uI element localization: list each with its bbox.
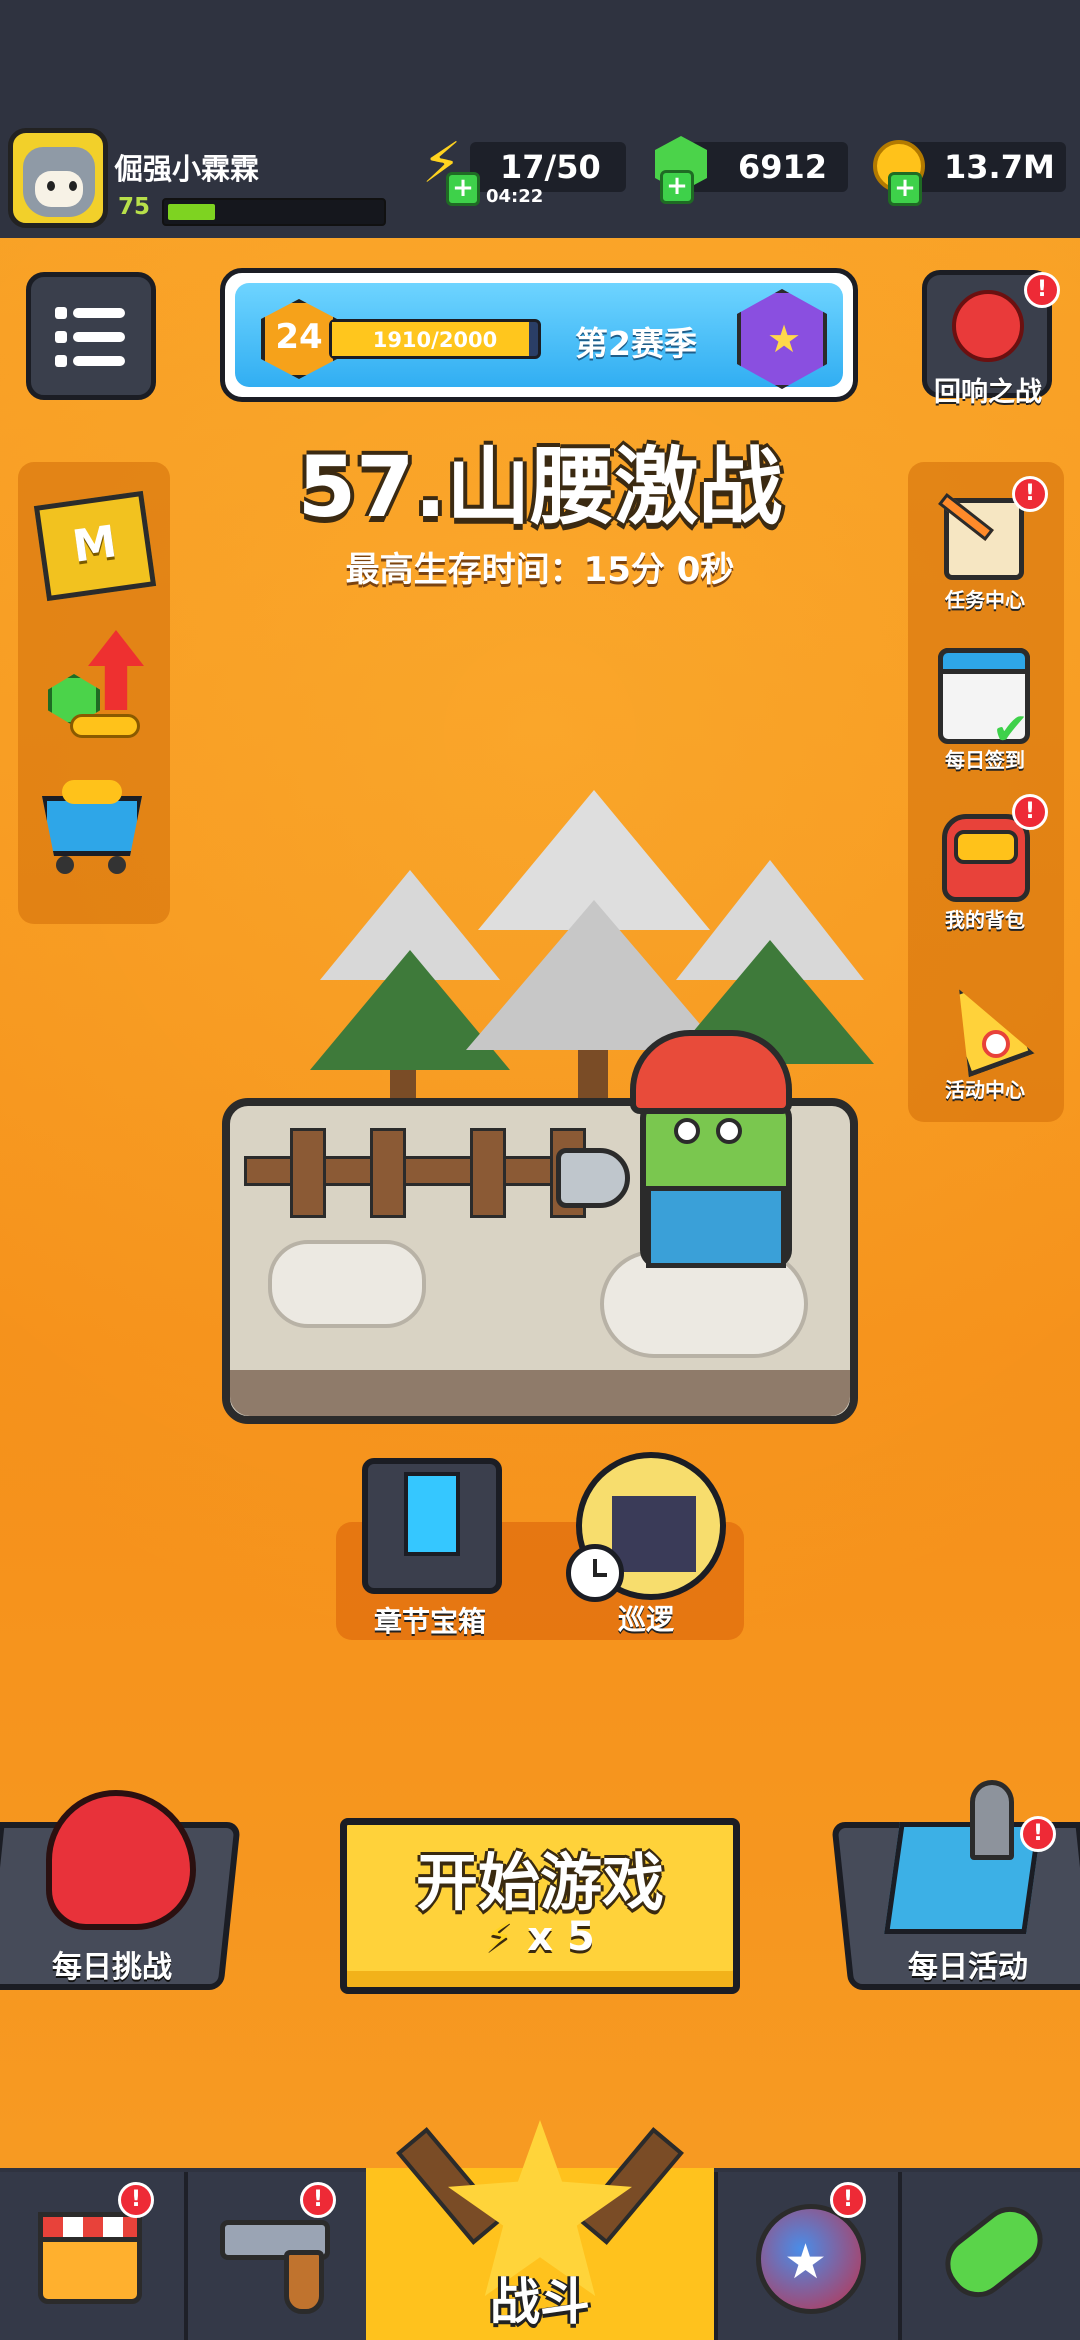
add-coins-button[interactable]: + [888,172,922,206]
city-silhouette-icon [612,1496,696,1572]
season-progress-bar: 1910/2000 [329,319,541,359]
demon-face-icon [952,290,1024,362]
season-label: 第2赛季 [575,324,697,363]
nav-tab-talents[interactable]: ★ [714,2172,898,2340]
status-bar [0,0,1080,118]
m-card-icon[interactable]: M [33,490,157,602]
nav-tab-store[interactable] [0,2172,184,2340]
patrol-label: 巡逻 [618,1603,675,1636]
map-pin-icon [970,1780,1014,1860]
player-name: 倔强小霖霖 [114,152,260,186]
add-energy-button[interactable]: + [446,172,480,206]
shop-cart-icon[interactable] [36,774,152,878]
start-game-cost: ⚡ x 5 [340,1914,740,1960]
coin-value: 13.7M [944,148,1055,186]
task-center-label: 任务中心 [945,588,1025,612]
energy-bolt-icon: ⚡ [485,1914,514,1960]
nav-store-badge: ! [118,2182,154,2218]
chest-icon [404,1472,460,1556]
red-cap [630,1030,792,1114]
nav-tab-weapons[interactable] [184,2172,366,2340]
add-gems-button[interactable]: + [660,170,694,204]
player-avatar[interactable] [8,128,108,228]
map-icon [884,1822,1042,1934]
energy-timer: 04:22 [486,186,544,207]
daily-checkin-label: 每日签到 [945,748,1025,772]
event-center-label: 活动中心 [945,1078,1025,1102]
clock-icon [566,1544,624,1602]
echo-battle-label: 回响之战 [934,377,1042,408]
energy-value: 17/50 [500,148,601,186]
backpack-badge: ! [1012,794,1048,830]
backpack-label: 我的背包 [945,908,1025,932]
daily-event-badge: ! [1020,1816,1056,1852]
gem-value: 6912 [738,148,828,186]
daily-event-label: 每日活动 [908,1950,1028,1985]
season-progress-text: 1910/2000 [372,328,498,352]
season-star-icon: ★ [767,317,802,361]
daily-challenge-label: 每日挑战 [52,1950,172,1985]
season-level: 24 [275,317,323,357]
axe-icon [556,1148,630,1208]
task-center-badge: ! [1012,476,1048,512]
player-level: 75 [118,194,151,220]
daily-checkin-button[interactable]: ✔ [938,648,1030,755]
menu-button[interactable] [26,272,156,400]
player-xp-bar [162,198,386,226]
dna-capsule-icon [933,2194,1055,2310]
event-center-button[interactable] [936,958,1036,1074]
player-xp-fill [168,204,215,220]
party-horn-icon [939,973,1034,1078]
season-pass-panel[interactable]: 24 1910/2000 第2赛季 ★ [220,268,858,402]
nav-tab-gene[interactable] [898,2172,1080,2340]
start-game-label: 开始游戏 [415,1846,664,1919]
nav-talents-badge: ! [830,2182,866,2218]
nav-battle-label: 战斗 [490,2273,590,2331]
echo-battle-badge: ! [1024,272,1060,308]
nav-weapons-badge: ! [300,2182,336,2218]
chapter-chest-label: 章节宝箱 [374,1605,487,1638]
start-game-cost-value: x 5 [527,1914,595,1960]
upgrade-arrow-icon[interactable] [40,630,150,740]
